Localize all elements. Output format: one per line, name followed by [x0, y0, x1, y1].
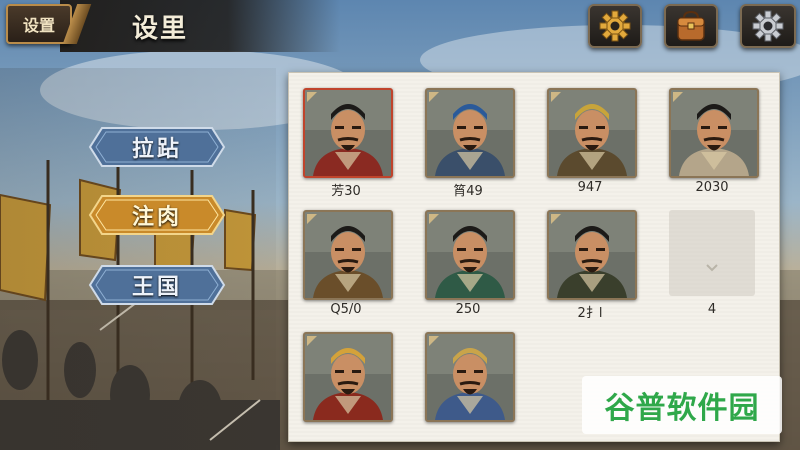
menu-button-1-label: 拉跕	[131, 137, 182, 162]
menu-button-1[interactable]: 拉跕	[88, 126, 226, 168]
bag-icon	[677, 10, 705, 41]
hero-portrait	[427, 212, 513, 298]
hero-card[interactable]	[303, 88, 393, 178]
empty-hero-slot	[669, 210, 755, 296]
hero-label: 4	[707, 302, 717, 317]
hero-portrait	[549, 212, 635, 298]
hero-portrait	[549, 90, 635, 176]
hero-portrait	[427, 334, 513, 420]
hero-card[interactable]	[669, 88, 759, 178]
settings-tab[interactable]: 设置	[6, 4, 72, 44]
system-settings-button[interactable]	[740, 4, 796, 48]
menu-button-2[interactable]: 注肉	[88, 194, 226, 236]
hero-label: 筲49	[453, 184, 483, 199]
chevron-down-icon	[706, 264, 718, 272]
hero-portrait	[671, 90, 757, 176]
hero-card[interactable]	[425, 332, 515, 422]
hero-portrait	[305, 212, 391, 298]
settings-tab-label: 设置	[22, 16, 55, 35]
hero-card[interactable]	[425, 88, 515, 178]
gear-icon	[599, 10, 631, 42]
watermark-text: 谷普软件园	[604, 391, 760, 426]
hero-label: 芳30	[331, 184, 361, 199]
menu-button-3[interactable]: 王国	[88, 264, 226, 306]
hero-label: 2030	[695, 180, 729, 195]
hero-portrait	[427, 90, 513, 176]
inventory-button[interactable]	[664, 4, 718, 48]
title-strip	[60, 0, 340, 52]
page-title: 设里	[132, 14, 189, 44]
hero-card[interactable]	[547, 210, 637, 300]
top-bar: 设置 设里	[0, 0, 800, 52]
hero-card[interactable]	[303, 210, 393, 300]
gear-icon	[752, 10, 784, 42]
hero-card[interactable]	[425, 210, 515, 300]
hero-label: 2扌l	[577, 306, 603, 321]
hero-portrait	[305, 334, 391, 420]
hero-card[interactable]	[547, 88, 637, 178]
hero-label: 947	[577, 180, 603, 195]
hero-label: 250	[455, 302, 481, 317]
menu-button-2-label: 注肉	[131, 205, 182, 230]
hero-portrait	[305, 90, 391, 176]
hero-label: Q5/0	[330, 302, 362, 317]
settings-button[interactable]	[588, 4, 642, 48]
watermark-logo: 谷普软件园	[582, 376, 782, 434]
menu-button-3-label: 王国	[131, 275, 182, 300]
hero-card[interactable]	[303, 332, 393, 422]
